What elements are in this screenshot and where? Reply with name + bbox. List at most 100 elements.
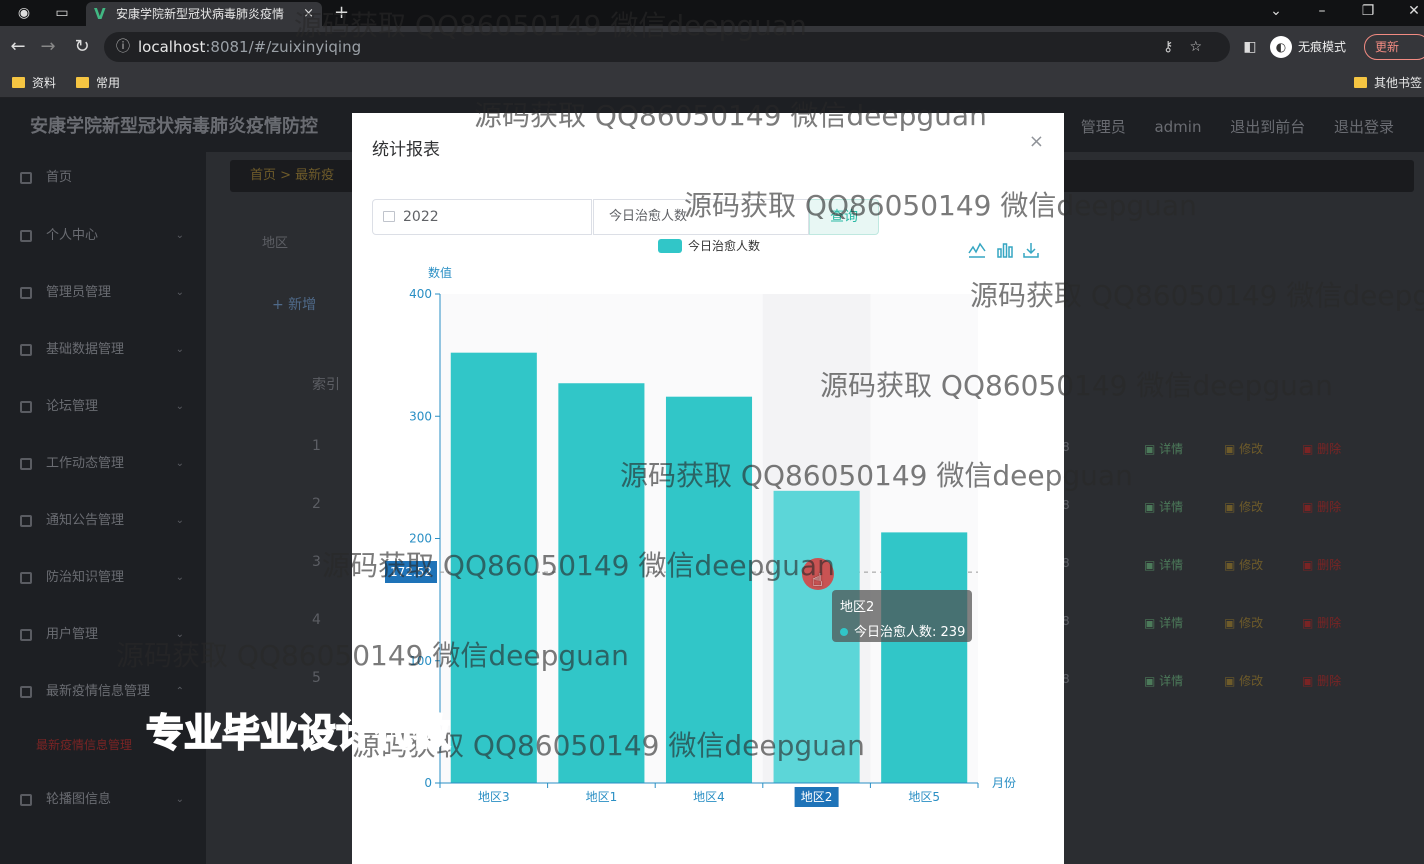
bookmark-folder[interactable]: 常用 [76,73,120,93]
forward-icon[interactable]: → [36,35,60,59]
x-tick-label: 地区1 [586,790,618,804]
year-picker[interactable]: 2022 [372,199,592,235]
query-button[interactable]: 查询 [809,199,879,235]
bar-chart-icon[interactable] [996,241,1014,259]
browser-tab[interactable]: V 安康学院新型冠状病毒肺炎疫情 × [86,2,322,26]
y-tick-label: 100 [409,654,432,668]
browser-tab-bar: ◉ ▭ V 安康学院新型冠状病毒肺炎疫情 × + ⌄ – ❐ ✕ [0,0,1424,26]
sidebar-item-carousel[interactable]: 轮播图信息 ⌄ [20,788,190,812]
delete-button[interactable]: ▣ 删除 [1302,672,1341,689]
bar[interactable] [558,383,645,783]
sidebar-item-users[interactable]: 用户管理 ⌄ [20,623,190,647]
chart-toolbox [968,241,1048,261]
sidebar-item-home[interactable]: 首页 [20,166,190,190]
detail-button[interactable]: ▣ 详情 [1144,672,1183,689]
edit-button[interactable]: ▣ 修改 [1224,440,1263,457]
close-icon[interactable]: × [1029,131,1044,152]
sidebar-item-basedata[interactable]: 基础数据管理 ⌄ [20,338,190,362]
edit-button[interactable]: ▣ 修改 [1224,614,1263,631]
folder-icon [12,77,25,88]
row-index: 3 [312,554,321,570]
minimize-button[interactable]: – [1302,0,1342,24]
chevron-down-icon: ⌄ [175,458,184,469]
header-links[interactable]: 管理员 admin 退出到前台 退出登录 [1081,116,1394,137]
key-icon[interactable]: ⚷ [1163,39,1189,55]
x-tick-label: 地区2 [801,790,833,804]
chevron-down-icon: ⌄ [175,572,184,583]
tab-search-icon[interactable]: ⌄ [1256,0,1296,24]
sidebar-item-profile[interactable]: 个人中心 ⌄ [20,224,190,248]
sidebar-subitem-epidemic[interactable]: 最新疫情信息管理 [36,733,206,757]
tab-close-icon[interactable]: × [303,2,314,26]
sidebar-item-epidemic[interactable]: 最新疫情信息管理 ⌃ [20,680,190,704]
chevron-down-icon: ⌄ [175,515,184,526]
edit-button[interactable]: ▣ 修改 [1224,672,1263,689]
delete-button[interactable]: ▣ 删除 [1302,498,1341,515]
maximize-button[interactable]: ❐ [1348,0,1388,24]
browser-icon[interactable]: ◉ [14,3,34,23]
bookmarks-bar: 资料 常用 其他书签 [0,68,1424,98]
sidepanel-icon[interactable]: ◧ [1238,35,1262,59]
download-icon[interactable] [1022,241,1040,259]
chevron-down-icon: ⌄ [175,287,184,298]
bar[interactable] [881,532,968,783]
y-tick-label: 400 [409,287,432,301]
x-tick-label: 地区5 [908,790,940,804]
axis-pointer-label: 172.52 [385,561,437,583]
bar[interactable] [665,396,753,783]
detail-button[interactable]: ▣ 详情 [1144,498,1183,515]
incognito-indicator[interactable]: ◐ 无痕模式 [1270,35,1346,59]
sidebar-item-work[interactable]: 工作动态管理 ⌄ [20,452,190,476]
chevron-down-icon: ⌄ [175,794,184,805]
star-icon[interactable]: ☆ [1189,39,1218,55]
y-tick-label: 300 [409,409,432,423]
bar[interactable] [450,352,537,783]
index-header: 索引 [312,377,340,393]
home-icon [20,172,32,184]
folder-icon [1354,77,1367,88]
bar-chart: 0 100 200 300 400 数值地区3 地区1 地区4 地区2 地区5 月份 今日治愈人数 [409,238,1016,807]
bookmark-folder[interactable]: 资料 [12,73,56,93]
update-button[interactable]: 更新 [1364,34,1424,60]
back-icon[interactable]: ← [6,35,30,59]
chevron-down-icon: ⌄ [175,629,184,640]
delete-button[interactable]: ▣ 删除 [1302,556,1341,573]
chat-icon [20,401,32,413]
add-button[interactable]: + 新增 [272,294,316,314]
y-tick-label: 200 [409,532,432,546]
calendar-icon [383,211,395,222]
close-window-button[interactable]: ✕ [1394,0,1424,24]
sidebar-item-notice[interactable]: 通知公告管理 ⌄ [20,509,190,533]
site-info-icon[interactable]: ⓘ [116,32,130,62]
detail-button[interactable]: ▣ 详情 [1144,614,1183,631]
tooltip-title: 地区2 [840,600,875,615]
edit-button[interactable]: ▣ 修改 [1224,556,1263,573]
sidebar: 首页 个人中心 ⌄ 管理员管理 ⌄ 基础数据管理 ⌄ 论坛管理 ⌄ 工作动态管理 ⌄ 通知… [0,152,206,864]
tab-overview-icon[interactable]: ▭ [52,3,72,23]
chart-tooltip: 地区2 今日治愈人数: 239 [832,590,972,642]
sidebar-item-forum[interactable]: 论坛管理 ⌄ [20,395,190,419]
reload-icon[interactable]: ↻ [70,35,94,59]
omnibox-actions[interactable]: ⚷☆ [1163,32,1218,62]
year-value: 2022 [403,209,439,225]
detail-button[interactable]: ▣ 详情 [1144,556,1183,573]
metric-select[interactable]: 今日治愈人数 [593,199,809,235]
sidebar-item-knowledge[interactable]: 防治知识管理 ⌄ [20,566,190,590]
new-tab-button[interactable]: + [334,2,349,24]
delete-button[interactable]: ▣ 删除 [1302,440,1341,457]
tooltip-row: 今日治愈人数: 239 [840,621,965,640]
legend-swatch[interactable] [658,239,682,253]
clipboard-icon [20,458,32,470]
url-input[interactable]: ⓘ localhost:8081/#/zuixinyiqing ⚷☆ [104,32,1230,62]
url-host: localhost [138,38,206,56]
legend-label[interactable]: 今日治愈人数 [688,238,760,253]
line-chart-icon[interactable] [968,241,986,259]
stats-report-dialog: 统计报表 × 2022 今日治愈人数 查询 0 100 200 300 400 数值 地区3… [352,113,1064,864]
bookmark-folder-other[interactable]: 其他书签 [1354,73,1422,93]
chevron-down-icon: ⌄ [175,344,184,355]
detail-button[interactable]: ▣ 详情 [1144,440,1183,457]
sidebar-item-admin[interactable]: 管理员管理 ⌄ [20,281,190,305]
edit-button[interactable]: ▣ 修改 [1224,498,1263,515]
folder-icon [20,686,32,698]
delete-button[interactable]: ▣ 删除 [1302,614,1341,631]
